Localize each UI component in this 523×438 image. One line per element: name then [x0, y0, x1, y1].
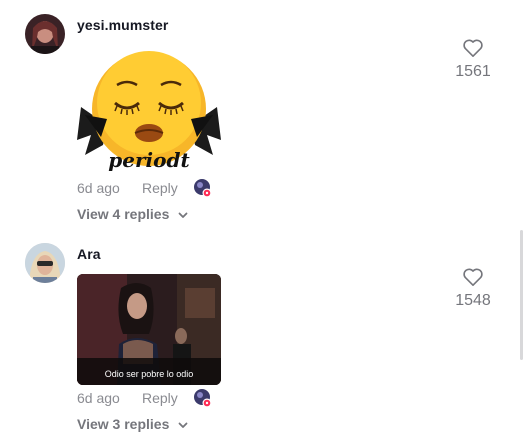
comment-item: Ara Odio ser pobre lo odio 6d ago Reply	[0, 230, 523, 438]
view-replies-button[interactable]: View 3 replies	[77, 416, 189, 432]
comment-meta: 6d ago Reply	[77, 389, 237, 410]
view-replies-button[interactable]: View 4 replies	[77, 206, 189, 222]
comment-gif[interactable]: Odio ser pobre lo odio	[77, 274, 221, 385]
view-replies-label: View 3 replies	[77, 416, 170, 432]
chevron-down-icon	[178, 212, 188, 219]
heart-outline-icon	[463, 268, 483, 286]
comment-sticker: periodt	[77, 45, 221, 175]
like-count: 1561	[455, 63, 491, 80]
creator-liked-badge-icon	[194, 179, 212, 198]
heart-outline-icon	[463, 39, 483, 57]
avatar[interactable]	[25, 14, 65, 54]
sticker-text: periodt	[108, 148, 190, 172]
gif-caption: Odio ser pobre lo odio	[104, 369, 194, 379]
comment-username[interactable]: Ara	[77, 246, 101, 262]
reply-button[interactable]: Reply	[142, 390, 178, 406]
view-replies-label: View 4 replies	[77, 206, 170, 222]
avatar[interactable]	[25, 243, 65, 283]
reply-button[interactable]: Reply	[142, 180, 178, 196]
comment-timestamp: 6d ago	[77, 390, 120, 406]
creator-liked-badge-icon	[194, 389, 212, 408]
like-button[interactable]: 1561	[453, 38, 493, 81]
like-count: 1548	[455, 292, 491, 309]
comment-meta: 6d ago Reply	[77, 179, 237, 200]
chevron-down-icon	[178, 422, 188, 429]
comment-timestamp: 6d ago	[77, 180, 120, 196]
comment-item: yesi.mumster periodt 6d ago Reply View 4…	[0, 0, 523, 230]
like-button[interactable]: 1548	[453, 267, 493, 310]
comment-username[interactable]: yesi.mumster	[77, 17, 168, 33]
